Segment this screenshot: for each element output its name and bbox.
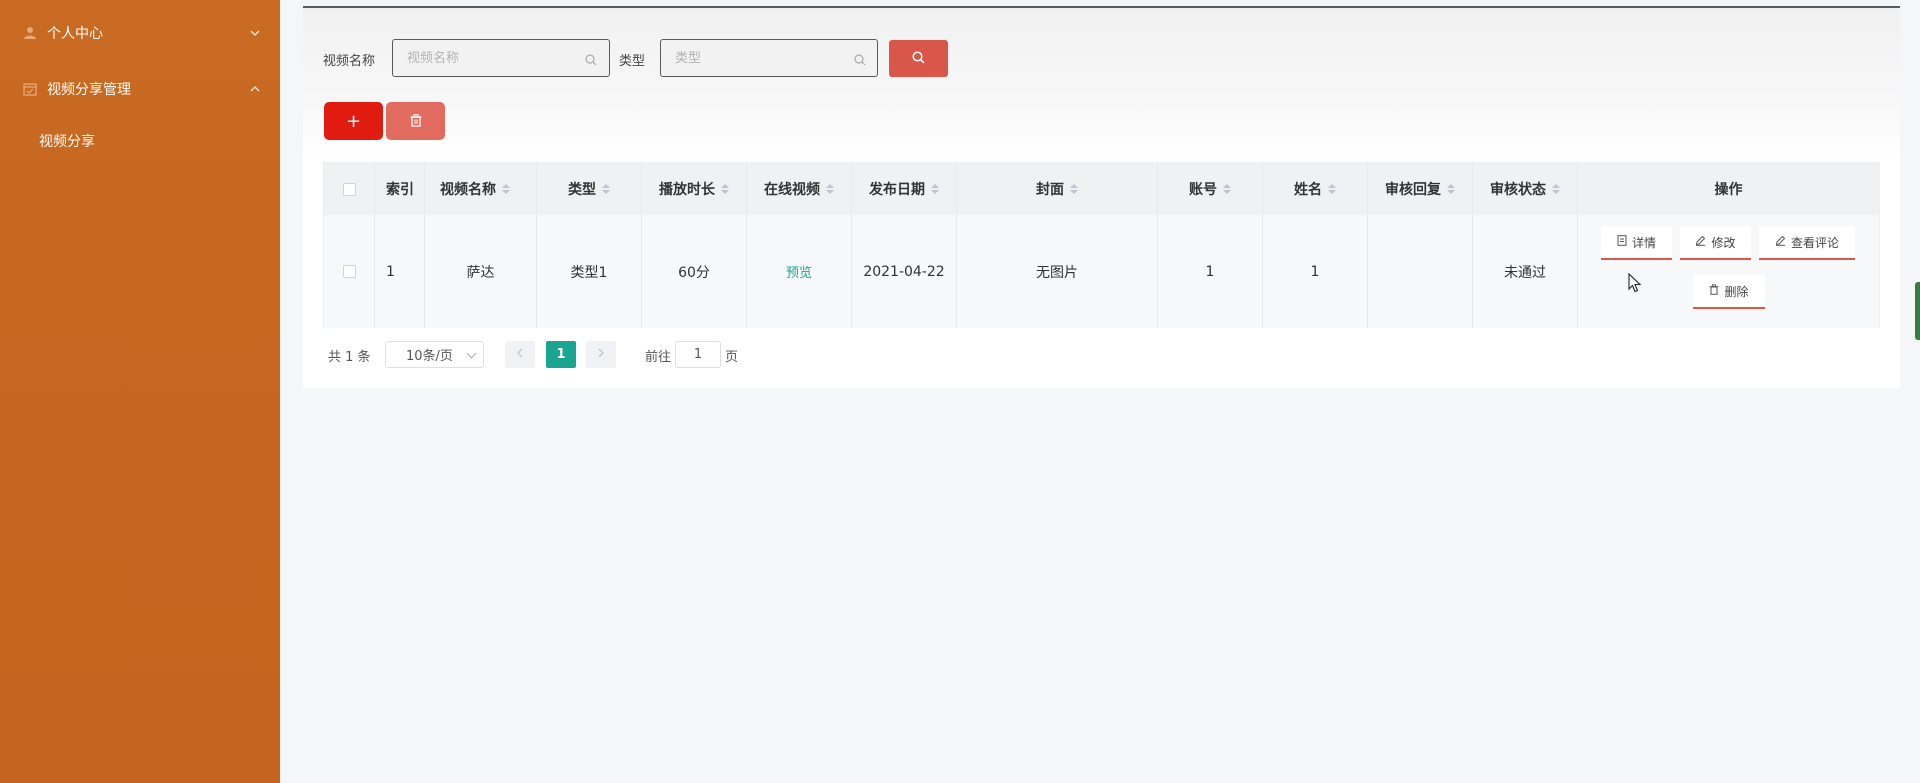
page-size-select[interactable]: 10条/页 <box>385 341 484 368</box>
table-row: 1 萨达 类型1 60分 预览 2021-04-22 无图片 1 1 未通过 详… <box>324 215 1879 328</box>
edit-button[interactable]: 修改 <box>1680 226 1751 260</box>
next-page-button[interactable] <box>586 341 616 368</box>
th-review-reply[interactable]: 审核回复 <box>1368 163 1473 215</box>
cell-type: 类型1 <box>537 215 642 328</box>
th-index: 索引 <box>375 163 425 215</box>
sort-icon[interactable] <box>502 184 510 194</box>
th-online-video[interactable]: 在线视频 <box>747 163 852 215</box>
page-1-button[interactable]: 1 <box>546 341 576 368</box>
sidebar-subitem-label: 视频分享 <box>39 134 95 150</box>
goto-label: 前往 <box>645 350 672 365</box>
video-name-label: 视频名称 <box>323 54 376 69</box>
total-count: 共 1 条 <box>328 350 371 365</box>
th-cover[interactable]: 封面 <box>957 163 1158 215</box>
view-comments-button[interactable]: 查看评论 <box>1759 226 1855 260</box>
th-review-status[interactable]: 审核状态 <box>1473 163 1578 215</box>
type-label: 类型 <box>619 54 646 69</box>
sort-icon[interactable] <box>1552 184 1560 194</box>
edit-label: 修改 <box>1711 235 1736 250</box>
edit-icon <box>1695 235 1706 249</box>
preview-link[interactable]: 预览 <box>786 262 812 281</box>
th-video-name[interactable]: 视频名称 <box>425 163 537 215</box>
detail-label: 详情 <box>1631 235 1656 250</box>
chevron-right-icon <box>598 347 604 362</box>
search-icon <box>912 49 925 68</box>
chevron-left-icon <box>517 347 523 362</box>
select-all-checkbox[interactable] <box>342 182 356 196</box>
sort-icon[interactable] <box>602 184 610 194</box>
cell-publish-date: 2021-04-22 <box>852 215 957 328</box>
sort-icon[interactable] <box>1328 184 1336 194</box>
cell-duration: 60分 <box>642 215 747 328</box>
chevron-down-icon <box>250 26 260 40</box>
sidebar: 个人中心 视频分享管理 视频分享 <box>0 0 280 783</box>
cell-index: 1 <box>375 215 425 328</box>
th-account[interactable]: 账号 <box>1158 163 1263 215</box>
sort-icon[interactable] <box>1223 184 1231 194</box>
sidebar-subitem-video-share[interactable]: 视频分享 <box>0 123 280 159</box>
search-icon <box>585 51 597 66</box>
sidebar-item-personal-center[interactable]: 个人中心 <box>0 13 280 53</box>
cell-name: 1 <box>1263 215 1368 328</box>
document-icon <box>1617 235 1627 249</box>
cell-review-reply <box>1368 215 1473 328</box>
add-button[interactable]: + <box>324 102 383 140</box>
search-icon <box>854 51 866 66</box>
cell-video-name: 萨达 <box>425 215 537 328</box>
trash-icon <box>410 112 422 131</box>
row-select-cell <box>324 215 375 328</box>
th-duration[interactable]: 播放时长 <box>642 163 747 215</box>
calendar-icon <box>22 81 38 97</box>
top-divider <box>303 6 1900 8</box>
sidebar-item-label: 个人中心 <box>47 26 103 42</box>
view-comments-label: 查看评论 <box>1790 235 1839 250</box>
th-name[interactable]: 姓名 <box>1263 163 1368 215</box>
scrollbar-handle[interactable] <box>1915 282 1920 340</box>
select-all-cell <box>324 163 375 215</box>
trash-icon <box>1709 284 1719 298</box>
sort-icon[interactable] <box>1070 184 1078 194</box>
page-suffix-label: 页 <box>725 350 739 365</box>
prev-page-button[interactable] <box>505 341 535 368</box>
search-area <box>303 8 1900 158</box>
plus-icon: + <box>345 110 362 132</box>
cell-online-video: 预览 <box>747 215 852 328</box>
th-actions: 操作 <box>1714 182 1743 198</box>
goto-page-input[interactable] <box>675 341 721 368</box>
detail-button[interactable]: 详情 <box>1601 226 1672 260</box>
mouse-cursor-icon <box>1628 272 1642 297</box>
chevron-up-icon <box>250 82 260 96</box>
delete-button[interactable]: 删除 <box>1693 275 1765 309</box>
data-table: 索引 视频名称 类型 播放时长 在线视频 发布日期 封面 账号 姓名 审核回复 … <box>323 162 1880 328</box>
sidebar-item-label: 视频分享管理 <box>47 82 131 98</box>
th-publish-date[interactable]: 发布日期 <box>852 163 957 215</box>
video-name-input[interactable] <box>392 39 610 77</box>
delete-label: 删除 <box>1724 284 1749 299</box>
sort-icon[interactable] <box>826 184 834 194</box>
chevron-down-icon <box>466 348 477 359</box>
th-type[interactable]: 类型 <box>537 163 642 215</box>
cell-account: 1 <box>1158 215 1263 328</box>
batch-delete-button[interactable] <box>386 102 445 140</box>
search-button[interactable] <box>889 40 948 77</box>
sort-icon[interactable] <box>931 184 939 194</box>
user-icon <box>22 25 38 41</box>
page-size-value: 10条/页 <box>406 349 453 364</box>
sidebar-item-video-share-management[interactable]: 视频分享管理 <box>0 69 280 109</box>
sort-icon[interactable] <box>721 184 729 194</box>
type-input[interactable] <box>660 39 878 77</box>
sort-icon[interactable] <box>1447 184 1455 194</box>
cell-review-status: 未通过 <box>1473 215 1578 328</box>
cell-cover: 无图片 <box>957 215 1158 328</box>
cell-actions: 详情 修改 查看评论 删除 <box>1578 215 1879 328</box>
edit-icon <box>1775 235 1786 249</box>
table-header: 索引 视频名称 类型 播放时长 在线视频 发布日期 封面 账号 姓名 审核回复 … <box>324 163 1879 216</box>
row-checkbox[interactable] <box>342 265 356 278</box>
